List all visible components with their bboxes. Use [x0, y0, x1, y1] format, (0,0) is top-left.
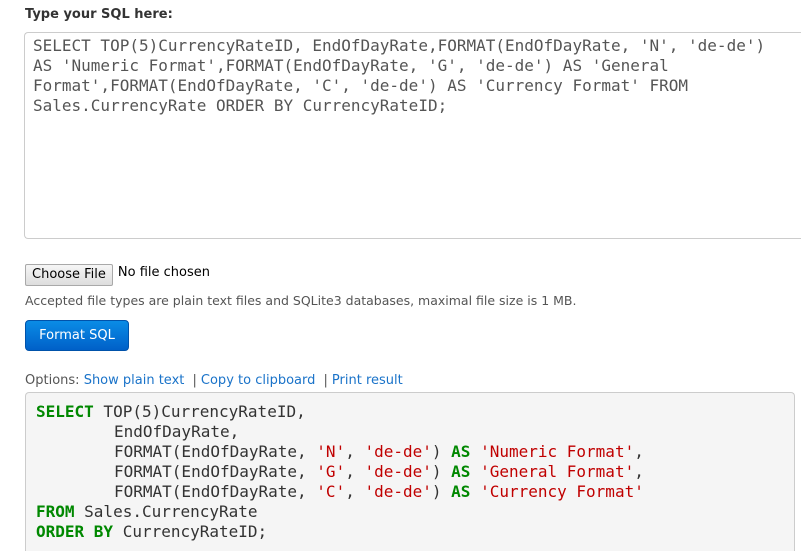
options-separator: | — [192, 373, 197, 388]
options-separator: | — [323, 373, 328, 388]
sql-string: 'de-de' — [364, 462, 432, 481]
formatted-sql-output: SELECT TOP(5)CurrencyRateID, EndOfDayRat… — [25, 392, 795, 551]
sql-text: Sales.CurrencyRate — [74, 502, 258, 521]
sql-text: , — [345, 442, 365, 461]
sql-text: CurrencyRateID; — [113, 522, 268, 541]
sql-string: 'N' — [316, 442, 346, 461]
sql-text: FORMAT(EndOfDayRate, — [114, 462, 317, 481]
format-sql-button[interactable]: Format SQL — [25, 320, 129, 351]
code-line: SELECT TOP(5)CurrencyRateID, — [36, 402, 784, 422]
show-plain-text-link[interactable]: Show plain text — [84, 373, 185, 388]
sql-string: 'Numeric Format' — [480, 442, 635, 461]
sql-text: , — [634, 442, 644, 461]
sql-text: , — [345, 482, 365, 501]
code-line: FORMAT(EndOfDayRate, 'G', 'de-de') AS 'G… — [36, 462, 784, 482]
sql-text: ) — [431, 462, 452, 481]
sql-text: FORMAT(EndOfDayRate, — [114, 482, 317, 501]
code-line: ORDER BY CurrencyRateID; — [36, 522, 784, 542]
sql-keyword: ORDER BY — [36, 522, 114, 541]
file-upload-row: Choose File No file chosen — [25, 264, 210, 286]
sql-string: 'General Format' — [480, 462, 635, 481]
sql-text: ) — [431, 442, 452, 461]
sql-keyword: AS — [451, 482, 471, 501]
sql-text: FORMAT(EndOfDayRate, — [114, 442, 317, 461]
sql-string: 'Currency Format' — [480, 482, 644, 501]
options-bar: Options: Show plain text | Copy to clipbo… — [25, 373, 403, 388]
sql-input-label: Type your SQL here: — [25, 7, 173, 22]
sql-string: 'de-de' — [364, 442, 432, 461]
options-label: Options: — [25, 373, 80, 388]
sql-text: , — [345, 462, 365, 481]
sql-input-textarea[interactable]: SELECT TOP(5)CurrencyRateID, EndOfDayRat… — [24, 32, 801, 239]
choose-file-button[interactable]: Choose File — [25, 264, 113, 286]
accepted-file-types-note: Accepted file types are plain text files… — [25, 293, 577, 308]
sql-string: 'G' — [316, 462, 346, 481]
sql-keyword: FROM — [36, 502, 75, 521]
sql-text: ) — [431, 482, 452, 501]
sql-text: EndOfDayRate, — [114, 422, 240, 441]
code-line: FROM Sales.CurrencyRate — [36, 502, 784, 522]
sql-keyword: SELECT — [36, 402, 94, 421]
code-line: FORMAT(EndOfDayRate, 'N', 'de-de') AS 'N… — [36, 442, 784, 462]
print-result-link[interactable]: Print result — [332, 373, 403, 388]
sql-keyword: AS — [451, 442, 471, 461]
copy-to-clipboard-link[interactable]: Copy to clipboard — [201, 373, 315, 388]
code-line: FORMAT(EndOfDayRate, 'C', 'de-de') AS 'C… — [36, 482, 784, 502]
sql-string: 'C' — [316, 482, 346, 501]
sql-text: , — [634, 462, 644, 481]
code-line: EndOfDayRate, — [36, 422, 784, 442]
sql-text: TOP(5)CurrencyRateID, — [93, 402, 306, 421]
file-status-text: No file chosen — [117, 264, 210, 280]
sql-keyword: AS — [451, 462, 471, 481]
sql-string: 'de-de' — [364, 482, 432, 501]
